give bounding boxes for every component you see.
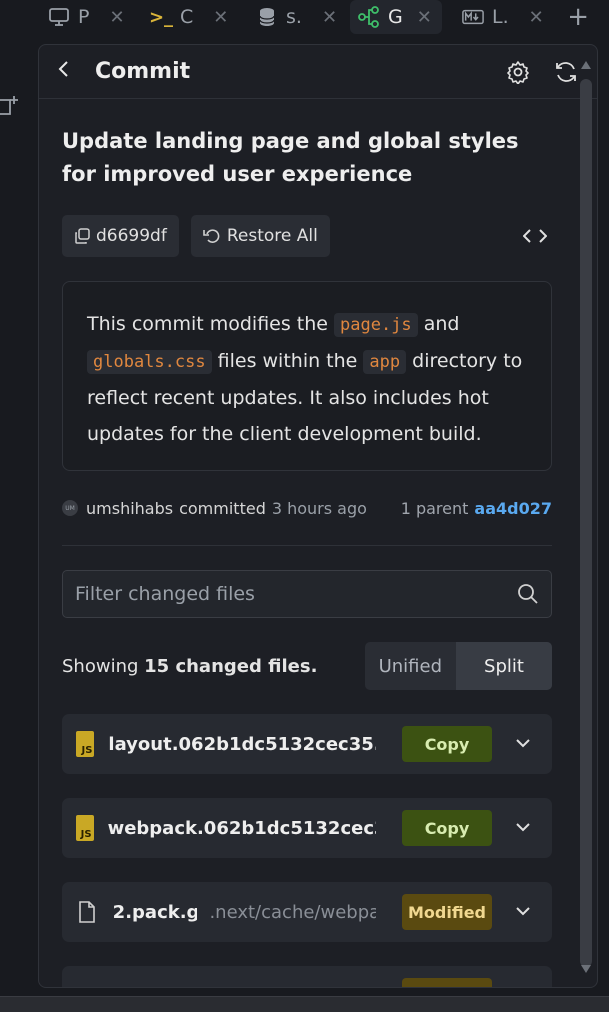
tab-database[interactable]: s. ✕ (256, 0, 337, 34)
parent-hash-link[interactable]: aa4d027 (474, 499, 552, 518)
back-icon[interactable] (57, 59, 77, 84)
close-icon[interactable]: ✕ (322, 7, 337, 28)
bottom-bar (0, 996, 609, 1012)
commit-actions: d6699df Restore All (62, 215, 552, 257)
file-name: webpack.062b1dc5132cec35.hot-update.js (107, 817, 376, 839)
js-file-icon: JS (76, 815, 94, 841)
parent-label: 1 parent (400, 498, 469, 518)
add-panel-icon[interactable] (0, 94, 18, 116)
status-badge: Modified (402, 894, 492, 930)
filter-field[interactable] (62, 570, 552, 618)
restore-all-button[interactable]: Restore All (190, 215, 330, 257)
chevron-down-icon[interactable] (512, 900, 534, 922)
inline-code: page.js (334, 313, 418, 337)
view-mode-toggle: Unified Split (364, 642, 552, 690)
refresh-icon[interactable] (551, 57, 581, 87)
scroll-down-icon[interactable] (581, 965, 591, 973)
commit-description: This commit modifies the page.js and glo… (62, 281, 552, 471)
changed-files-summary: Showing 15 changed files. (62, 655, 318, 677)
file-icon (76, 899, 99, 925)
close-icon[interactable]: ✕ (109, 7, 124, 28)
filter-input[interactable] (75, 583, 517, 605)
gear-icon[interactable] (503, 57, 533, 87)
commit-panel: Commit Update landing page and global st… (38, 44, 598, 988)
tab-label: s. (286, 6, 302, 28)
scrollbar[interactable] (579, 57, 593, 977)
tab-markdown[interactable]: L. ✕ (462, 0, 544, 34)
status-badge: Copy (402, 726, 492, 762)
commit-meta: UM umshihabs committed 3 hours ago 1 par… (62, 497, 552, 519)
tab-label: C (180, 6, 194, 28)
left-sidebar (0, 36, 38, 996)
split-view-button[interactable]: Split (456, 642, 552, 690)
js-file-icon: JS (76, 731, 95, 757)
commit-details: Update landing page and global styles fo… (62, 99, 552, 987)
git-graph-icon (358, 6, 380, 28)
changed-files-header: Showing 15 changed files. Unified Split (62, 642, 552, 690)
code-icon[interactable] (520, 221, 550, 251)
commit-title: Update landing page and global styles fo… (62, 129, 519, 186)
commit-time: 3 hours ago (271, 498, 367, 518)
file-name: 2.pack.gz (112, 901, 198, 923)
tab-preview[interactable]: P ✕ (48, 0, 125, 34)
author-name[interactable]: umshihabs (86, 499, 173, 518)
copy-icon (75, 228, 90, 244)
file-row[interactable]: JS layout.062b1dc5132cec35.hot-update.js… (62, 714, 552, 774)
divider (62, 545, 552, 546)
unified-view-button[interactable]: Unified (365, 642, 456, 690)
close-icon[interactable]: ✕ (529, 7, 544, 28)
tab-git[interactable]: G ✕ (350, 0, 442, 34)
commit-verb: committed (179, 498, 266, 518)
panel-header: Commit (39, 45, 597, 99)
undo-icon (203, 229, 220, 243)
tab-label: P (78, 6, 90, 28)
tab-bar: P ✕ >_ C ✕ s. ✕ G ✕ L. ✕ + (0, 0, 609, 36)
copy-hash-button[interactable]: d6699df (62, 215, 179, 257)
chevron-down-icon[interactable] (512, 816, 534, 838)
monitor-icon (48, 6, 70, 28)
file-row[interactable] (62, 966, 552, 987)
file-path: .next/cache/webpack (209, 901, 376, 923)
tab-console[interactable]: >_ C ✕ (148, 0, 228, 34)
search-icon[interactable] (517, 583, 539, 605)
inline-code: globals.css (87, 350, 212, 374)
terminal-icon: >_ (148, 6, 174, 28)
file-row[interactable]: JS webpack.062b1dc5132cec35.hot-update.j… (62, 798, 552, 858)
status-badge (402, 978, 492, 987)
inline-code: app (363, 350, 407, 374)
file-row[interactable]: 2.pack.gz .next/cache/webpack Modified (62, 882, 552, 942)
scrollbar-thumb[interactable] (580, 79, 592, 967)
close-icon[interactable]: ✕ (417, 7, 432, 28)
status-badge: Copy (402, 810, 492, 846)
avatar: UM (62, 500, 78, 516)
chevron-down-icon[interactable] (512, 732, 534, 754)
file-name: layout.062b1dc5132cec35.hot-update.js (108, 733, 376, 755)
database-icon (256, 6, 278, 28)
commit-hash: d6699df (96, 226, 167, 246)
tab-label: L. (492, 6, 509, 28)
close-icon[interactable]: ✕ (213, 7, 228, 28)
scroll-up-icon[interactable] (581, 61, 591, 69)
restore-all-label: Restore All (226, 226, 318, 246)
changed-files-count: 15 changed files. (144, 655, 318, 677)
page-title: Commit (95, 59, 191, 84)
tab-label: G (388, 6, 403, 28)
markdown-icon (462, 6, 484, 28)
new-tab-icon[interactable]: + (567, 2, 589, 32)
